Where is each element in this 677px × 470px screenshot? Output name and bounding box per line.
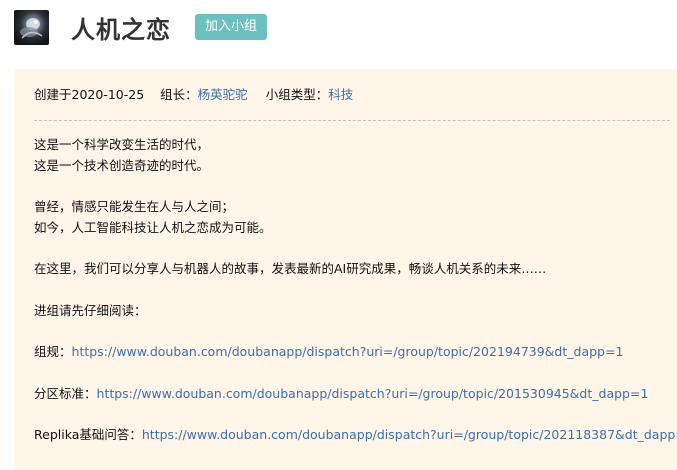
desc-line: 在这里，我们可以分享人与机器人的故事，发表最新的AI研究成果，畅谈人机关系的未来… [34,261,547,276]
created-date: 创建于2020-10-25 [34,87,145,102]
desc-line: 如今，人工智能科技让人机之恋成为可能。 [34,219,272,235]
faq-link[interactable]: https://www.douban.com/doubanapp/dispatc… [142,427,677,442]
zone-label: 分区标准： [34,385,97,401]
zone-link[interactable]: https://www.douban.com/doubanapp/dispatc… [97,386,649,401]
owner-link[interactable]: 杨英驼驼 [198,87,248,102]
faq-line: Replika基础问答：https://www.douban.com/douba… [34,425,677,446]
join-group-button[interactable]: 加入小组 [195,14,268,40]
avatar-robot-icon [20,17,43,39]
group-description: 这是一个科学改变生活的时代， 这是一个技术创造奇迹的时代。 曾经，情感只能发生在… [34,135,677,446]
owner-label: 组长： [160,87,198,102]
faq-label: Replika基础问答： [34,427,142,442]
group-header: 人机之恋 加入小组 [14,5,268,49]
desc-line: 这是一个科学改变生活的时代， [34,137,210,152]
group-type-link[interactable]: 科技 [328,87,353,102]
group-avatar[interactable] [14,9,49,45]
desc-line: 曾经，情感只能发生在人与人之间； [34,199,235,214]
group-title: 人机之恋 [71,15,171,44]
divider [34,120,670,121]
desc-line: 这是一个技术创造奇迹的时代。 [34,157,210,173]
group-meta: 创建于2020-10-25 组长：杨英驼驼 小组类型：科技 [34,87,655,103]
rules-label: 组规： [34,344,72,359]
desc-line: 进组请先仔细阅读： [34,302,147,318]
group-info-panel: 创建于2020-10-25 组长：杨英驼驼 小组类型：科技 这是一个科学改变生活的时… [14,69,677,470]
group-type-label: 小组类型： [265,87,329,102]
zone-line: 分区标准：https://www.douban.com/doubanapp/di… [34,384,655,405]
rules-link[interactable]: https://www.douban.com/doubanapp/dispatc… [72,344,624,359]
rules-line: 组规：https://www.douban.com/doubanapp/disp… [34,342,655,363]
